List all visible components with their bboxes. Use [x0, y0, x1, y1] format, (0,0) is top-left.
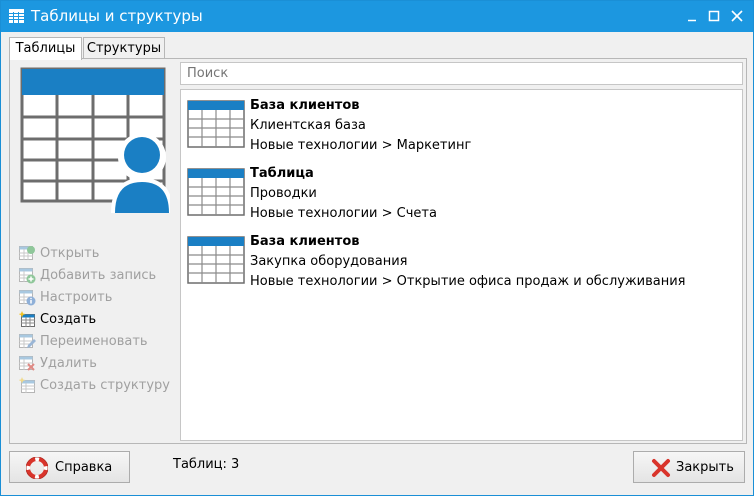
table-add-icon: [19, 267, 36, 284]
close-icon: [650, 457, 672, 483]
item-path: Новые технологии > Открытие офиса продаж…: [250, 274, 686, 289]
structure-new-icon: [18, 377, 36, 394]
delete-action[interactable]: Удалить: [19, 354, 179, 374]
item-subtitle: Закупка оборудования: [250, 254, 408, 269]
minimize-button[interactable]: [681, 5, 703, 27]
delete-label: Удалить: [40, 356, 97, 371]
table-icon: [187, 236, 245, 288]
main-window: Таблицы и структуры Таблицы Структуры От…: [0, 0, 754, 496]
help-label: Справка: [55, 460, 113, 475]
open-action[interactable]: Открыть: [19, 244, 179, 264]
create-structure-label: Создать структуру: [40, 378, 170, 393]
item-title: Таблица: [250, 166, 314, 181]
table-icon: [187, 100, 245, 152]
table-rename-icon: [19, 333, 36, 350]
item-title: База клиентов: [250, 98, 360, 113]
search-input[interactable]: [180, 62, 743, 85]
close-label: Закрыть: [676, 460, 734, 475]
rename-action[interactable]: Переименовать: [19, 332, 179, 352]
table-icon: [187, 168, 245, 220]
item-title: База клиентов: [250, 234, 360, 249]
table-user-icon: [20, 67, 173, 219]
table-delete-icon: [19, 355, 36, 372]
table-info-icon: [19, 289, 36, 306]
close-window-button[interactable]: [726, 5, 748, 27]
window-title: Таблицы и структуры: [31, 7, 203, 25]
list-item[interactable]: Таблица Проводки Новые технологии > Счет…: [187, 162, 727, 226]
close-button[interactable]: Закрыть: [633, 451, 745, 483]
rename-label: Переименовать: [40, 334, 148, 349]
list-item[interactable]: База клиентов Клиентская база Новые техн…: [187, 94, 727, 158]
table-open-icon: [19, 245, 36, 262]
tab-tables[interactable]: Таблицы: [9, 37, 82, 60]
lifebuoy-icon: [25, 456, 49, 483]
configure-action[interactable]: Настроить: [19, 288, 179, 308]
tables-list[interactable]: База клиентов Клиентская база Новые техн…: [180, 89, 743, 441]
configure-label: Настроить: [40, 290, 113, 305]
app-table-icon: [9, 9, 24, 23]
item-path: Новые технологии > Счета: [250, 206, 437, 221]
tables-count: Таблиц: 3: [173, 457, 240, 472]
title-bar[interactable]: Таблицы и структуры: [1, 1, 753, 32]
create-structure-action[interactable]: Создать структуру: [18, 376, 179, 396]
table-new-icon: [18, 311, 36, 328]
open-label: Открыть: [40, 246, 100, 261]
create-action[interactable]: Создать: [18, 310, 179, 330]
maximize-button[interactable]: [703, 5, 725, 27]
item-path: Новые технологии > Маркетинг: [250, 138, 472, 153]
add-record-label: Добавить запись: [40, 268, 157, 283]
create-label: Создать: [40, 312, 97, 327]
add-record-action[interactable]: Добавить запись: [19, 266, 179, 286]
item-subtitle: Проводки: [250, 186, 317, 201]
help-button[interactable]: Справка: [9, 451, 130, 483]
item-subtitle: Клиентская база: [250, 118, 366, 133]
tab-structures[interactable]: Структуры: [83, 37, 165, 59]
list-item[interactable]: База клиентов Закупка оборудования Новые…: [187, 230, 727, 294]
